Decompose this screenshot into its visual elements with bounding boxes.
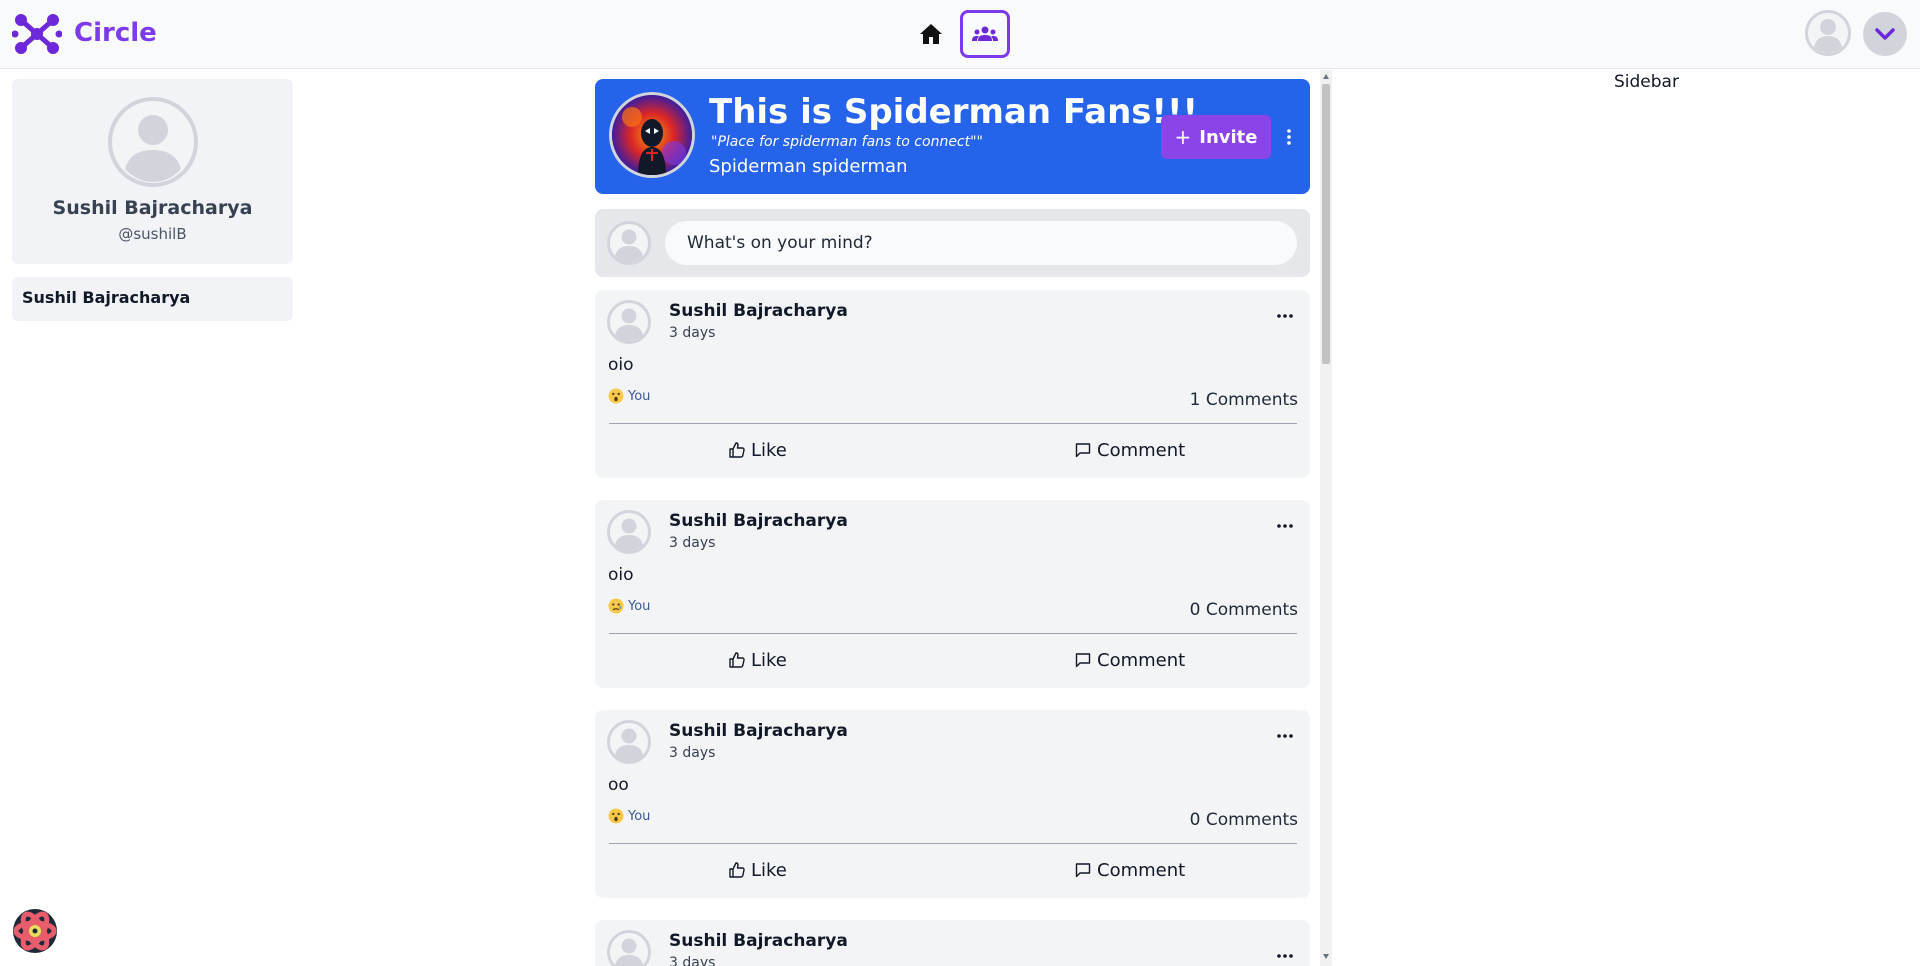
post-time: 3 days <box>669 325 716 341</box>
comment-label: Comment <box>1097 859 1186 881</box>
nav-home-button[interactable] <box>913 18 949 50</box>
post-options-button[interactable] <box>1277 310 1295 322</box>
reaction-label: You <box>628 598 651 614</box>
composer-avatar-icon <box>607 221 651 265</box>
post-options-button[interactable] <box>1277 730 1295 742</box>
post-author-avatar-icon[interactable] <box>607 510 651 554</box>
group-title: This is Spiderman Fans!!! <box>709 92 1199 132</box>
post-author-avatar-icon[interactable] <box>607 300 651 344</box>
invite-label: Invite <box>1199 126 1258 148</box>
post-reactions[interactable]: You <box>608 598 650 614</box>
circle-logo-icon[interactable] <box>12 11 62 57</box>
like-button[interactable]: Like <box>729 648 787 672</box>
thumbs-up-icon <box>729 862 745 878</box>
thumbs-up-icon <box>729 442 745 458</box>
reaction-label: You <box>628 388 651 404</box>
post-composer-input[interactable]: What's on your mind? <box>665 221 1297 265</box>
post-author[interactable]: Sushil Bajracharya <box>669 301 848 321</box>
group-avatar[interactable] <box>609 92 695 178</box>
reaction-label: You <box>628 808 651 824</box>
like-label: Like <box>751 649 787 671</box>
users-icon <box>972 26 998 41</box>
post-author-avatar-icon[interactable] <box>607 720 651 764</box>
post-card: Sushil Bajracharya 3 days <box>595 920 1310 966</box>
react-devtools-icon[interactable] <box>12 908 58 954</box>
chevron-down-icon <box>1875 28 1895 40</box>
scrollbar-thumb[interactable] <box>1322 84 1330 364</box>
comment-icon <box>1075 443 1091 458</box>
like-label: Like <box>751 859 787 881</box>
feed-scrollbar[interactable] <box>1320 70 1332 966</box>
like-label: Like <box>751 439 787 461</box>
group-description: "Place for spiderman fans to connect"" <box>711 134 983 150</box>
comment-count[interactable]: 1 Comments <box>1190 390 1298 410</box>
post-author[interactable]: Sushil Bajracharya <box>669 721 848 741</box>
more-horizontal-icon <box>1277 524 1293 528</box>
profile-avatar-icon[interactable] <box>108 97 198 187</box>
user-avatar-icon[interactable] <box>1805 10 1851 56</box>
post-body: oio <box>608 565 634 585</box>
post-card: Sushil Bajracharya 3 days oio You 1 Comm… <box>595 290 1310 478</box>
like-button[interactable]: Like <box>729 858 787 882</box>
home-icon <box>920 24 942 44</box>
group-options-button[interactable] <box>1281 119 1297 155</box>
comment-count[interactable]: 0 Comments <box>1190 600 1298 620</box>
comment-button[interactable]: Comment <box>1075 648 1185 672</box>
scroll-down-arrow-icon[interactable] <box>1323 954 1329 959</box>
post-composer: What's on your mind? <box>595 209 1310 277</box>
post-divider <box>609 423 1297 424</box>
post-body: oio <box>608 355 634 375</box>
comment-label: Comment <box>1097 649 1186 671</box>
post-time: 3 days <box>669 535 716 551</box>
thumbs-up-icon <box>729 652 745 668</box>
post-author-avatar-icon[interactable] <box>607 930 651 966</box>
post-divider <box>609 633 1297 634</box>
comment-button[interactable]: Comment <box>1075 858 1185 882</box>
sad-emoji-icon <box>608 598 624 614</box>
comment-icon <box>1075 653 1091 668</box>
right-sidebar-label: Sidebar <box>1614 72 1679 92</box>
group-header: This is Spiderman Fans!!! "Place for spi… <box>595 79 1310 194</box>
post-options-button[interactable] <box>1277 520 1295 532</box>
plus-icon: + <box>1174 125 1192 149</box>
profile-name[interactable]: Sushil Bajracharya <box>12 197 293 219</box>
post-reactions[interactable]: You <box>608 808 650 824</box>
post-reactions[interactable]: You <box>608 388 650 404</box>
more-horizontal-icon <box>1277 734 1293 738</box>
brand-name[interactable]: Circle <box>74 18 157 48</box>
nav-groups-button[interactable] <box>960 10 1010 58</box>
invite-button[interactable]: + Invite <box>1161 115 1271 159</box>
spiderman-group-image-icon <box>612 95 692 175</box>
post-author[interactable]: Sushil Bajracharya <box>669 511 848 531</box>
group-tags: Spiderman spiderman <box>709 156 908 177</box>
account-menu-button[interactable] <box>1863 12 1907 56</box>
post-time: 3 days <box>669 745 716 761</box>
profile-handle: @sushilB <box>118 225 187 243</box>
comment-count[interactable]: 0 Comments <box>1190 810 1298 830</box>
post-author[interactable]: Sushil Bajracharya <box>669 931 848 951</box>
like-button[interactable]: Like <box>729 438 787 462</box>
post-divider <box>609 843 1297 844</box>
surprised-emoji-icon <box>608 388 624 404</box>
profile-card: Sushil Bajracharya @sushilB <box>12 79 293 264</box>
post-body: oo <box>608 775 629 795</box>
post-time: 3 days <box>669 955 716 966</box>
scroll-up-arrow-icon[interactable] <box>1323 74 1329 79</box>
comment-label: Comment <box>1097 439 1186 461</box>
surprised-emoji-icon <box>608 808 624 824</box>
kebab-menu-icon <box>1287 129 1291 145</box>
more-horizontal-icon <box>1277 314 1293 318</box>
post-card: Sushil Bajracharya 3 days oo You 0 Comme… <box>595 710 1310 898</box>
comment-button[interactable]: Comment <box>1075 438 1185 462</box>
top-navbar: Circle <box>0 0 1920 69</box>
more-horizontal-icon <box>1277 954 1293 958</box>
post-options-button[interactable] <box>1277 950 1295 962</box>
comment-icon <box>1075 863 1091 878</box>
post-card: Sushil Bajracharya 3 days oio You 0 Comm… <box>595 500 1310 688</box>
sidebar-item-profile[interactable]: Sushil Bajracharya <box>12 277 293 321</box>
